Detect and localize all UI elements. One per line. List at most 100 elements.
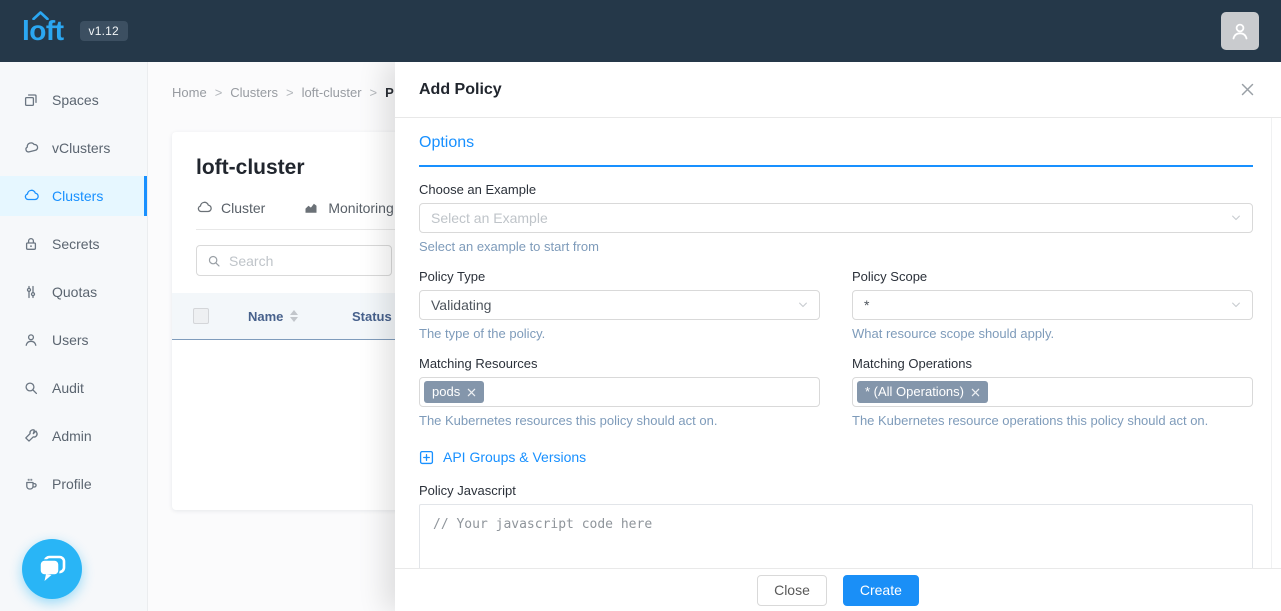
column-label: Status <box>352 309 392 324</box>
field-label: Matching Operations <box>852 356 1253 371</box>
sidebar-item-label: Admin <box>52 428 92 444</box>
field-policy-scope: Policy Scope * What resource scope shoul… <box>852 269 1253 341</box>
options-section-tab: Options <box>419 134 1253 167</box>
breadcrumb-current: P <box>385 85 394 100</box>
create-button[interactable]: Create <box>843 575 919 606</box>
user-avatar[interactable] <box>1221 12 1259 50</box>
field-policy-type: Policy Type Validating The type of the p… <box>419 269 820 341</box>
mug-icon <box>23 476 39 492</box>
chevron-down-icon <box>797 299 809 311</box>
tag-remove-icon[interactable] <box>971 388 980 397</box>
clusters-cloud-icon <box>23 188 39 204</box>
sidebar-item-vclusters[interactable]: vClusters <box>0 128 147 168</box>
breadcrumb-separator: > <box>215 85 223 100</box>
vclusters-icon <box>23 140 39 156</box>
drawer-scrollbar[interactable] <box>1271 118 1281 568</box>
example-select[interactable]: Select an Example <box>419 203 1253 233</box>
breadcrumb-separator: > <box>286 85 294 100</box>
column-label: Name <box>248 309 283 324</box>
tag-label: * (All Operations) <box>865 383 964 402</box>
policy-javascript-editor[interactable]: // Your javascript code here <box>419 504 1253 568</box>
search-input[interactable] <box>229 253 381 269</box>
chart-icon <box>303 200 319 216</box>
wrench-icon <box>23 428 39 444</box>
loft-logo[interactable]: loft <box>22 17 64 45</box>
tab-label: Monitoring <box>328 200 393 216</box>
policy-scope-select[interactable]: * <box>852 290 1253 320</box>
field-help: The Kubernetes resource operations this … <box>852 413 1253 428</box>
chat-widget-button[interactable] <box>22 539 82 599</box>
user-icon <box>1229 20 1251 42</box>
field-label: Policy Javascript <box>419 483 1253 498</box>
field-choose-example: Choose an Example Select an Example Sele… <box>419 182 1253 254</box>
tag-all-operations: * (All Operations) <box>857 381 988 404</box>
sidebar-item-profile[interactable]: Profile <box>0 464 147 504</box>
select-placeholder: Select an Example <box>431 210 548 226</box>
sidebar: Spaces vClusters Clusters Secrets Quotas <box>0 62 148 611</box>
sidebar-item-label: Clusters <box>52 188 103 204</box>
sidebar-item-secrets[interactable]: Secrets <box>0 224 147 264</box>
breadcrumb-separator: > <box>370 85 378 100</box>
field-help: The Kubernetes resources this policy sho… <box>419 413 820 428</box>
field-help: The type of the policy. <box>419 326 820 341</box>
magnifier-icon <box>23 380 39 396</box>
field-label: Policy Scope <box>852 269 1253 284</box>
chevron-down-icon <box>1230 212 1242 224</box>
breadcrumb-clusters[interactable]: Clusters <box>230 85 278 100</box>
drawer-header: Add Policy <box>395 62 1281 118</box>
plus-square-icon <box>419 450 434 465</box>
select-value: Validating <box>431 297 491 313</box>
sidebar-item-label: Profile <box>52 476 92 492</box>
policy-type-select[interactable]: Validating <box>419 290 820 320</box>
search-icon <box>207 254 221 268</box>
field-label: Choose an Example <box>419 182 1253 197</box>
column-header-name[interactable]: Name <box>248 309 352 324</box>
matching-operations-input[interactable]: * (All Operations) <box>852 377 1253 407</box>
tag-remove-icon[interactable] <box>467 388 476 397</box>
sidebar-item-label: Audit <box>52 380 84 396</box>
sidebar-item-spaces[interactable]: Spaces <box>0 80 147 120</box>
field-label: Policy Type <box>419 269 820 284</box>
tab-monitoring[interactable]: Monitoring <box>303 200 393 216</box>
add-policy-drawer: Add Policy Options Choose an Example Sel… <box>395 62 1281 611</box>
top-navbar: loft v1.12 <box>0 0 1281 62</box>
sidebar-item-label: Secrets <box>52 236 99 252</box>
drawer-title: Add Policy <box>419 81 502 99</box>
select-all-checkbox[interactable] <box>193 308 209 324</box>
close-icon[interactable] <box>1236 78 1259 101</box>
breadcrumb-loft-cluster[interactable]: loft-cluster <box>302 85 362 100</box>
column-header-status[interactable]: Status <box>352 309 392 324</box>
field-help: Select an example to start from <box>419 239 1253 254</box>
select-value: * <box>864 297 869 313</box>
api-groups-expander[interactable]: API Groups & Versions <box>419 449 586 465</box>
logo-roof-icon <box>32 11 49 20</box>
field-help: What resource scope should apply. <box>852 326 1253 341</box>
api-groups-label: API Groups & Versions <box>443 449 586 465</box>
tag-label: pods <box>432 383 460 402</box>
drawer-footer: Close Create <box>395 568 1281 611</box>
code-placeholder: // Your javascript code here <box>433 517 652 532</box>
sidebar-item-users[interactable]: Users <box>0 320 147 360</box>
sidebar-item-label: Spaces <box>52 92 99 108</box>
chevron-down-icon <box>1230 299 1242 311</box>
options-tab-label[interactable]: Options <box>419 134 474 151</box>
drawer-body: Options Choose an Example Select an Exam… <box>395 118 1281 568</box>
field-matching-resources: Matching Resources pods The Kubernetes r… <box>419 356 820 428</box>
sidebar-item-label: Users <box>52 332 89 348</box>
matching-resources-input[interactable]: pods <box>419 377 820 407</box>
close-button[interactable]: Close <box>757 575 827 606</box>
tab-cluster[interactable]: Cluster <box>196 200 265 216</box>
logo-text: loft <box>22 17 64 45</box>
tab-label: Cluster <box>221 200 265 216</box>
sidebar-item-quotas[interactable]: Quotas <box>0 272 147 312</box>
sidebar-item-label: vClusters <box>52 140 110 156</box>
breadcrumb: Home > Clusters > loft-cluster > P <box>172 85 394 100</box>
breadcrumb-home[interactable]: Home <box>172 85 207 100</box>
tag-pods: pods <box>424 381 484 404</box>
chat-bubble-icon <box>35 553 69 585</box>
sort-icon <box>290 310 298 322</box>
sidebar-item-audit[interactable]: Audit <box>0 368 147 408</box>
sidebar-item-admin[interactable]: Admin <box>0 416 147 456</box>
sidebar-item-clusters[interactable]: Clusters <box>0 176 147 216</box>
table-search[interactable] <box>196 245 392 276</box>
